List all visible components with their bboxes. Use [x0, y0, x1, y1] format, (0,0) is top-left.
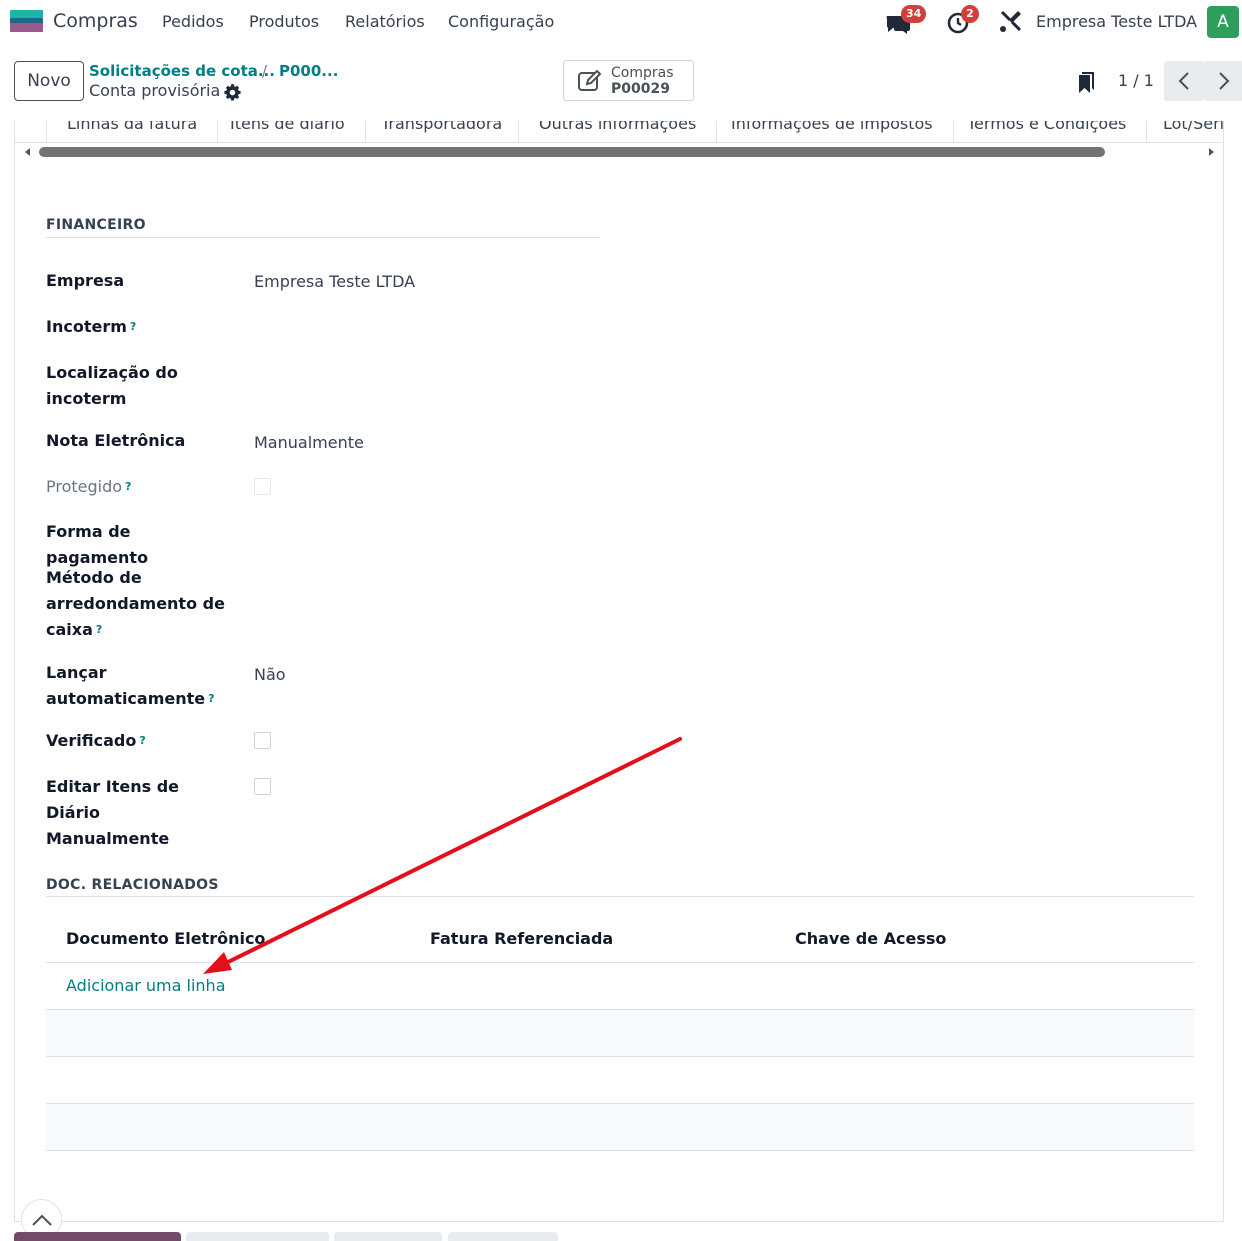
field-label-protegido: Protegido?: [46, 477, 132, 496]
pager-previous-button[interactable]: [1164, 61, 1204, 101]
menu-produtos[interactable]: Produtos: [249, 12, 319, 31]
checkbox-editar-itens-diario[interactable]: [254, 778, 271, 795]
help-icon[interactable]: ?: [139, 734, 145, 747]
tab-transportadora[interactable]: Transportadora: [361, 121, 524, 142]
menu-configuracao[interactable]: Configuração: [448, 12, 554, 31]
checkbox-verificado[interactable]: [254, 732, 271, 749]
tab-lot-serial[interactable]: Lot/Seri: [1143, 121, 1223, 142]
purchases-smart-button[interactable]: Compras P00029: [563, 60, 694, 101]
help-icon[interactable]: ?: [130, 320, 136, 333]
column-header-fatura-referenciada[interactable]: Fatura Referenciada: [430, 929, 613, 948]
tab-informacoes-impostos[interactable]: Informações de impostos: [711, 121, 954, 142]
smart-button-value: P00029: [611, 81, 670, 97]
help-icon[interactable]: ?: [125, 480, 131, 493]
column-header-documento-eletronico[interactable]: Documento Eletrônico: [66, 929, 265, 948]
smart-button-label: Compras: [611, 65, 674, 81]
bottom-tab[interactable]: [448, 1232, 558, 1241]
section-financeiro-title: FINANCEIRO: [46, 217, 146, 233]
field-value-empresa[interactable]: Empresa Teste LTDA: [254, 272, 415, 291]
column-header-chave-acesso[interactable]: Chave de Acesso: [795, 929, 946, 948]
compras-app-icon[interactable]: [10, 10, 43, 32]
help-icon[interactable]: ?: [96, 623, 102, 636]
bottom-tab[interactable]: [334, 1232, 442, 1241]
field-label-editar-itens-diario: Editar Itens de Diário Manualmente: [46, 777, 180, 848]
checkbox-protegido: [254, 478, 271, 495]
scroll-right-arrow[interactable]: [1209, 148, 1214, 156]
top-navbar: Compras Pedidos Produtos Relatórios Conf…: [0, 0, 1242, 44]
chevron-right-icon: [1219, 72, 1230, 90]
section-doc-relacionados-rule: [46, 896, 1194, 897]
bottom-tab[interactable]: [14, 1232, 181, 1241]
breadcrumb-order[interactable]: P000...: [279, 62, 338, 80]
pager-value[interactable]: 1 / 1: [1118, 71, 1154, 90]
tab-termos-condicoes[interactable]: Termos e Condições: [947, 121, 1148, 142]
tab-itens-diario[interactable]: Itens de diário: [210, 121, 366, 142]
form-sheet: Linhas da fatura Itens de diário Transpo…: [14, 121, 1224, 1222]
pager-next-button[interactable]: [1204, 61, 1242, 101]
tab-linhas-fatura[interactable]: Linhas da fatura: [46, 121, 219, 142]
chevron-up-icon: [31, 1214, 52, 1226]
tabs-scrollbar[interactable]: [15, 143, 1223, 161]
section-financeiro-rule: [46, 237, 600, 238]
edit-icon: [577, 69, 603, 93]
field-label-empresa: Empresa: [46, 271, 125, 290]
table-row: [46, 1057, 1194, 1103]
field-label-forma-pagamento: Forma de pagamento: [46, 522, 149, 567]
breadcrumb-solicitacoes[interactable]: Solicitações de cota...: [89, 62, 275, 80]
breadcrumb-separator: /: [262, 62, 268, 80]
table-row-divider: [46, 1150, 1194, 1151]
field-label-metodo-arredondamento: Método de arredondamento de caixa?: [46, 568, 225, 639]
table-row: [46, 1104, 1194, 1150]
field-label-lancar-automaticamente: Lançar automaticamente?: [46, 663, 215, 708]
section-doc-relacionados-title: DOC. RELACIONADOS: [46, 877, 219, 893]
help-icon[interactable]: ?: [208, 692, 214, 705]
field-label-nota-eletronica: Nota Eletrônica: [46, 431, 186, 450]
add-line-link[interactable]: Adicionar uma linha: [66, 976, 226, 995]
tab-outras-informacoes[interactable]: Outras informações: [518, 121, 718, 142]
table-row: [46, 1010, 1194, 1056]
company-switcher[interactable]: Empresa Teste LTDA: [1036, 12, 1197, 31]
bookmark-icon[interactable]: [1077, 70, 1097, 94]
field-label-localizacao-incoterm: Localização do incoterm: [46, 363, 178, 408]
gear-icon[interactable]: [224, 84, 241, 101]
table-header-divider: [46, 962, 1194, 963]
notebook-tabs: Linhas da fatura Itens de diário Transpo…: [15, 121, 1223, 143]
menu-pedidos[interactable]: Pedidos: [162, 12, 224, 31]
scroll-left-arrow[interactable]: [25, 148, 30, 156]
menu-relatorios[interactable]: Relatórios: [345, 12, 425, 31]
field-value-nota-eletronica[interactable]: Manualmente: [254, 433, 364, 452]
chevron-left-icon: [1178, 72, 1189, 90]
bottom-tab[interactable]: [186, 1232, 329, 1241]
field-value-lancar-automaticamente[interactable]: Não: [254, 665, 286, 684]
field-label-incoterm: Incoterm?: [46, 317, 137, 336]
new-button[interactable]: Novo: [14, 61, 84, 101]
scrollbar-thumb[interactable]: [39, 147, 1105, 157]
debug-tools-icon[interactable]: [998, 8, 1026, 36]
messages-badge: 34: [901, 5, 927, 23]
field-label-verificado: Verificado?: [46, 731, 146, 750]
activities-badge: 2: [961, 5, 979, 23]
app-name[interactable]: Compras: [53, 10, 138, 32]
user-avatar[interactable]: A: [1207, 6, 1239, 38]
current-record-title: Conta provisória: [89, 81, 221, 100]
